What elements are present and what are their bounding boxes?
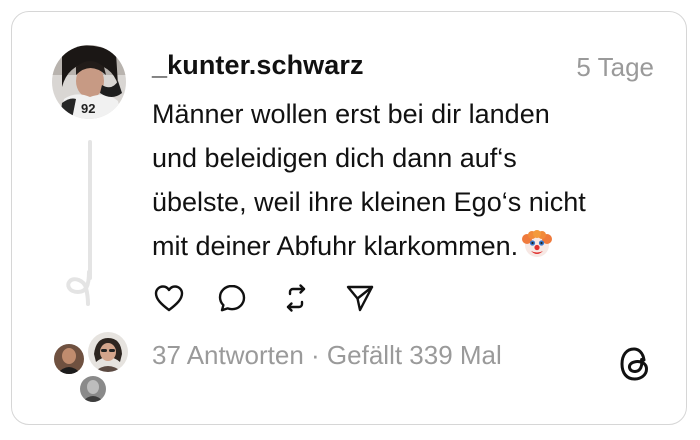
threads-logo-icon[interactable]	[618, 346, 652, 382]
heart-icon	[154, 285, 184, 312]
post-stats: 37 Antworten · Gefällt 339 Mal	[152, 340, 502, 371]
share-button[interactable]	[342, 280, 378, 316]
post-text-line: mit deiner Abfuhr klarkommen.	[152, 231, 519, 261]
svg-text:92: 92	[81, 101, 95, 116]
replies-count-link[interactable]: 37 Antworten	[152, 340, 304, 370]
repost-button[interactable]	[278, 280, 314, 316]
post-text-line: und beleidigen dich dann auf‘s	[152, 143, 517, 173]
thread-connector-line	[88, 140, 92, 280]
post-timestamp: 5 Tage	[576, 52, 654, 82]
threads-post-card: 92 _kunter.schwarz 5 Tage Männer wollen …	[11, 11, 687, 425]
like-button[interactable]	[151, 280, 187, 316]
post-body-text: Männer wollen erst bei dir landen und be…	[152, 92, 672, 272]
clown-face-emoji-icon	[522, 228, 553, 272]
comment-button[interactable]	[214, 280, 250, 316]
stats-separator: ·	[311, 340, 320, 370]
send-paper-plane-icon	[346, 285, 374, 312]
author-username[interactable]: _kunter.schwarz	[152, 50, 364, 81]
repost-arrows-icon	[286, 284, 306, 312]
reply-avatars-group	[52, 330, 132, 405]
author-avatar[interactable]: 92	[52, 45, 126, 119]
reply-avatar[interactable]	[52, 342, 86, 376]
thread-loop-icon	[66, 270, 91, 306]
post-text-line: Männer wollen erst bei dir landen	[152, 99, 550, 129]
likes-count-link[interactable]: Gefällt 339 Mal	[327, 340, 502, 370]
reply-avatar[interactable]	[86, 330, 130, 374]
reply-avatar[interactable]	[78, 374, 108, 404]
comment-bubble-icon	[218, 284, 246, 312]
post-text-line: übelste, weil ihre kleinen Ego‘s nicht	[152, 187, 586, 217]
